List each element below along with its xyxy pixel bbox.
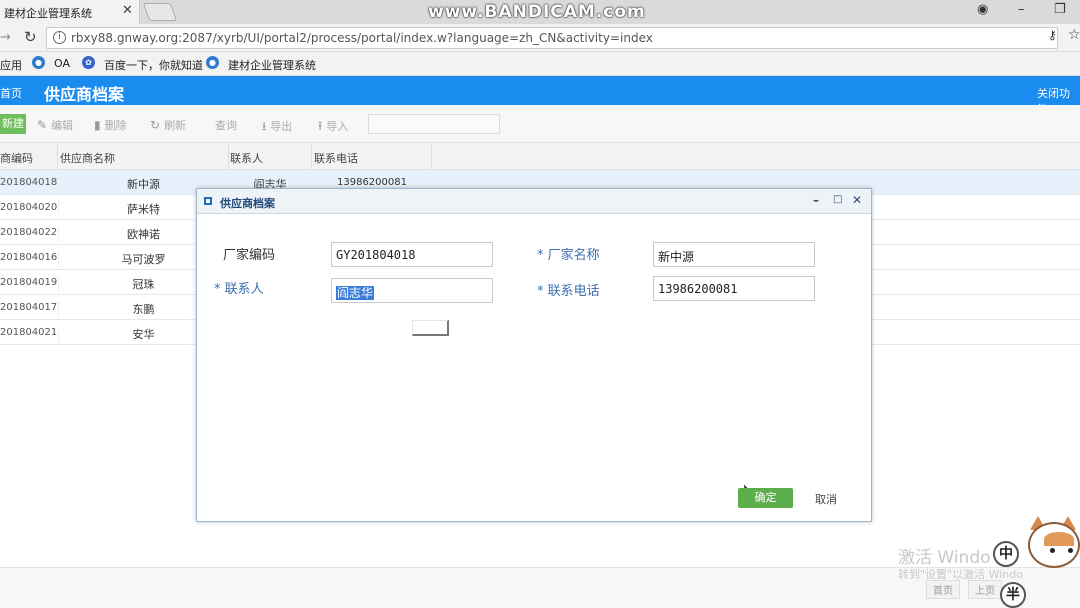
query-button[interactable]: 查询 bbox=[215, 117, 237, 133]
col-divider[interactable] bbox=[311, 143, 312, 170]
prev-page-button[interactable]: 上页 bbox=[968, 580, 1002, 599]
recording-watermark: www.BANDICAM.com bbox=[428, 2, 646, 22]
bookmark-apps[interactable]: 应用 bbox=[0, 57, 22, 73]
oa-icon: ● bbox=[32, 56, 45, 69]
cat-mascot-icon bbox=[1022, 516, 1080, 608]
window-icon bbox=[204, 197, 212, 205]
cell-phone: 13986200081 bbox=[337, 177, 407, 188]
url-text[interactable]: rbxy88.gnway.org:2087/xyrb/UI/portal2/pr… bbox=[71, 31, 653, 45]
edit-icon: ✎ bbox=[37, 118, 48, 132]
address-bar: → ↻ i rbxy88.gnway.org:2087/xyrb/UI/port… bbox=[0, 24, 1080, 52]
col-name[interactable]: 供应商名称 bbox=[60, 150, 115, 166]
vendor-name-field[interactable]: 新中源 bbox=[653, 242, 815, 267]
cat-eye bbox=[1050, 548, 1055, 553]
page-title: 供应商档案 bbox=[44, 85, 125, 104]
vendor-code-field[interactable]: GY201804018 bbox=[331, 242, 493, 267]
reload-icon[interactable]: ↻ bbox=[24, 28, 37, 46]
forward-icon[interactable]: → bbox=[0, 30, 11, 45]
ok-button[interactable]: 确定 bbox=[738, 488, 793, 508]
trash-icon: ▮ bbox=[94, 118, 101, 132]
bookmark-oa[interactable]: OA bbox=[54, 57, 70, 70]
bookmark-star-icon[interactable]: ☆ bbox=[1068, 27, 1080, 43]
new-tab-button[interactable] bbox=[142, 3, 178, 21]
activate-windows-subtext: 转到"设置"以激活 Windo bbox=[898, 568, 1023, 581]
phone-label: * 联系电话 bbox=[537, 284, 600, 299]
key-icon[interactable]: ⚷ bbox=[1048, 28, 1057, 42]
close-icon[interactable]: ✕ bbox=[852, 193, 862, 207]
cat-patch bbox=[1044, 532, 1074, 546]
minimize-window-icon[interactable]: – bbox=[1018, 2, 1025, 17]
new-button[interactable]: 新建 bbox=[0, 114, 26, 134]
cell-code: 201804022 bbox=[0, 227, 58, 238]
erp-site-icon: ● bbox=[206, 56, 219, 69]
restore-window-icon[interactable]: ❐ bbox=[1054, 2, 1066, 17]
activate-windows-text: 激活 Windo bbox=[898, 548, 991, 568]
close-tab-icon[interactable]: ✕ bbox=[122, 3, 133, 18]
baidu-paw-icon: ✿ bbox=[82, 56, 95, 69]
browser-tabbar: 建材企业管理系统 ✕ www.BANDICAM.com ◉ – ❐ bbox=[0, 0, 1080, 24]
export-button[interactable]: ⭳ 导出 bbox=[262, 117, 292, 138]
site-info-icon[interactable]: i bbox=[53, 31, 66, 44]
app-header: 首页 供应商档案 关闭功能 bbox=[0, 76, 1080, 116]
contact-field[interactable]: 阎志华 bbox=[331, 278, 493, 303]
first-page-button[interactable]: 首页 bbox=[926, 580, 960, 599]
url-field[interactable]: i rbxy88.gnway.org:2087/xyrb/UI/portal2/… bbox=[46, 27, 1058, 49]
refresh-button[interactable]: ↻ 刷新 bbox=[150, 117, 186, 133]
col-code[interactable]: 商编码 bbox=[0, 150, 33, 166]
tab-title: 建材企业管理系统 bbox=[4, 7, 92, 20]
import-button[interactable]: ⭱ 导入 bbox=[318, 117, 348, 138]
cell-code: 201804018 bbox=[0, 177, 58, 188]
ime-mode-toggle[interactable]: 中 bbox=[993, 541, 1019, 567]
bookmark-erp[interactable]: 建材企业管理系统 bbox=[228, 57, 316, 73]
delete-button[interactable]: ▮ 删除 bbox=[94, 117, 127, 133]
cell-code: 201804021 bbox=[0, 327, 58, 338]
ime-width-toggle[interactable]: 半 bbox=[1000, 582, 1026, 608]
vendor-code-label: 厂家编码 bbox=[223, 248, 276, 263]
cell-code: 201804020 bbox=[0, 202, 58, 213]
cell-code: 201804017 bbox=[0, 302, 58, 313]
phone-field[interactable]: 13986200081 bbox=[653, 276, 815, 301]
cat-eye bbox=[1068, 548, 1073, 553]
upload-icon: ⭱ bbox=[318, 119, 323, 133]
contact-label: * 联系人 bbox=[214, 282, 264, 297]
small-button[interactable] bbox=[412, 320, 449, 336]
home-link[interactable]: 首页 bbox=[0, 85, 22, 101]
col-contact[interactable]: 联系人 bbox=[230, 150, 263, 166]
bookmark-baidu[interactable]: 百度一下，你就知道 bbox=[104, 57, 203, 73]
toolbar: 新建 ✎ 编辑 ▮ 删除 ↻ 刷新 查询 ⭳ 导出 ⭱ 导入 bbox=[0, 105, 1080, 143]
minimize-icon[interactable]: – bbox=[813, 193, 819, 207]
bookmarks-bar: 应用 ● OA ✿ 百度一下，你就知道 ● 建材企业管理系统 bbox=[0, 52, 1080, 76]
dialog-titlebar[interactable]: 供应商档案 – □ ✕ bbox=[197, 189, 871, 214]
cat-head bbox=[1028, 522, 1080, 568]
refresh-icon: ↻ bbox=[150, 118, 161, 132]
vendor-name-label: * 厂家名称 bbox=[537, 248, 600, 263]
vendor-dialog: 供应商档案 – □ ✕ 厂家编码 GY201804018 * 厂家名称 新中源 … bbox=[196, 188, 872, 522]
download-icon: ⭳ bbox=[262, 119, 267, 133]
maximize-icon[interactable]: □ bbox=[833, 194, 842, 205]
cancel-button[interactable]: 取消 bbox=[815, 491, 837, 507]
cell-code: 201804019 bbox=[0, 277, 58, 288]
browser-tab[interactable]: 建材企业管理系统 ✕ bbox=[0, 0, 140, 24]
cell-code: 201804016 bbox=[0, 252, 58, 263]
col-divider[interactable] bbox=[57, 143, 58, 170]
col-divider[interactable] bbox=[431, 143, 432, 170]
selected-text: 阎志华 bbox=[336, 286, 375, 300]
grid-header: 商编码 供应商名称 联系人 联系电话 bbox=[0, 143, 1080, 170]
search-input[interactable] bbox=[368, 114, 500, 134]
dialog-title: 供应商档案 bbox=[220, 197, 275, 210]
edit-button[interactable]: ✎ 编辑 bbox=[37, 117, 73, 133]
col-divider[interactable] bbox=[228, 143, 229, 170]
col-phone[interactable]: 联系电话 bbox=[314, 150, 358, 166]
profile-icon[interactable]: ◉ bbox=[977, 2, 988, 17]
